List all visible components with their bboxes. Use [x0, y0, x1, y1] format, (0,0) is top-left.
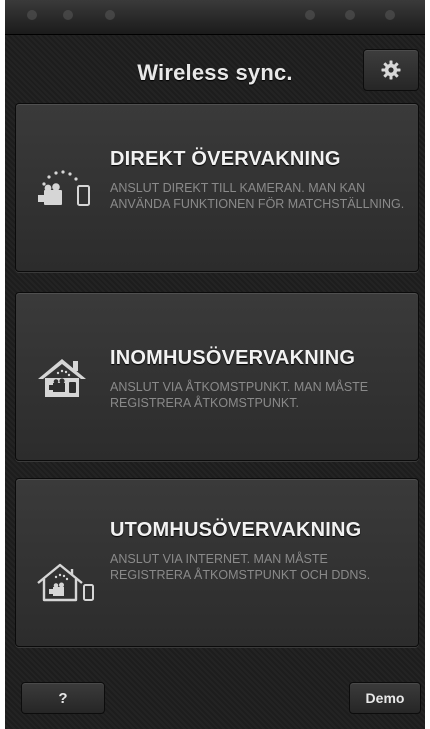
status-indicator [27, 10, 37, 20]
mode-card-direct[interactable]: DIREKT ÖVERVAKNING ANSLUT DIREKT TILL KA… [15, 103, 419, 272]
gear-icon [381, 60, 401, 80]
camera-phone-direct-icon [38, 170, 90, 206]
mode-description: ANSLUT VIA ÅTKOMSTPUNKT. MAN MÅSTE REGIS… [110, 380, 369, 410]
house-indoor-icon [38, 359, 86, 397]
app-screen: Wireless sync. DIREKT ÖVERVAKNING ANSLUT… [5, 0, 425, 729]
house-outdoor-icon [37, 563, 94, 602]
status-indicator [305, 10, 315, 20]
mode-title: DIREKT ÖVERVAKNING [110, 148, 341, 170]
status-indicator [105, 10, 115, 20]
status-indicator [63, 10, 73, 20]
header: Wireless sync. [5, 34, 425, 102]
page-title: Wireless sync. [137, 60, 293, 85]
settings-button[interactable] [363, 49, 419, 91]
demo-button[interactable]: Demo [349, 682, 421, 714]
mode-title: INOMHUSÖVERVAKNING [110, 347, 356, 369]
help-button[interactable]: ? [21, 682, 105, 714]
mode-title: UTOMHUSÖVERVAKNING [110, 519, 362, 541]
mode-description: ANSLUT VIA INTERNET. MAN MÅSTE REGISTRER… [110, 552, 371, 582]
mode-card-indoor[interactable]: INOMHUSÖVERVAKNING ANSLUT VIA ÅTKOMSTPUN… [15, 292, 419, 461]
mode-card-outdoor[interactable]: UTOMHUSÖVERVAKNING ANSLUT VIA INTERNET. … [15, 478, 419, 647]
mode-description: ANSLUT DIREKT TILL KAMERAN. MAN KAN ANVÄ… [110, 181, 405, 211]
status-bar [5, 0, 425, 35]
status-indicator [385, 10, 395, 20]
status-indicator [345, 10, 355, 20]
